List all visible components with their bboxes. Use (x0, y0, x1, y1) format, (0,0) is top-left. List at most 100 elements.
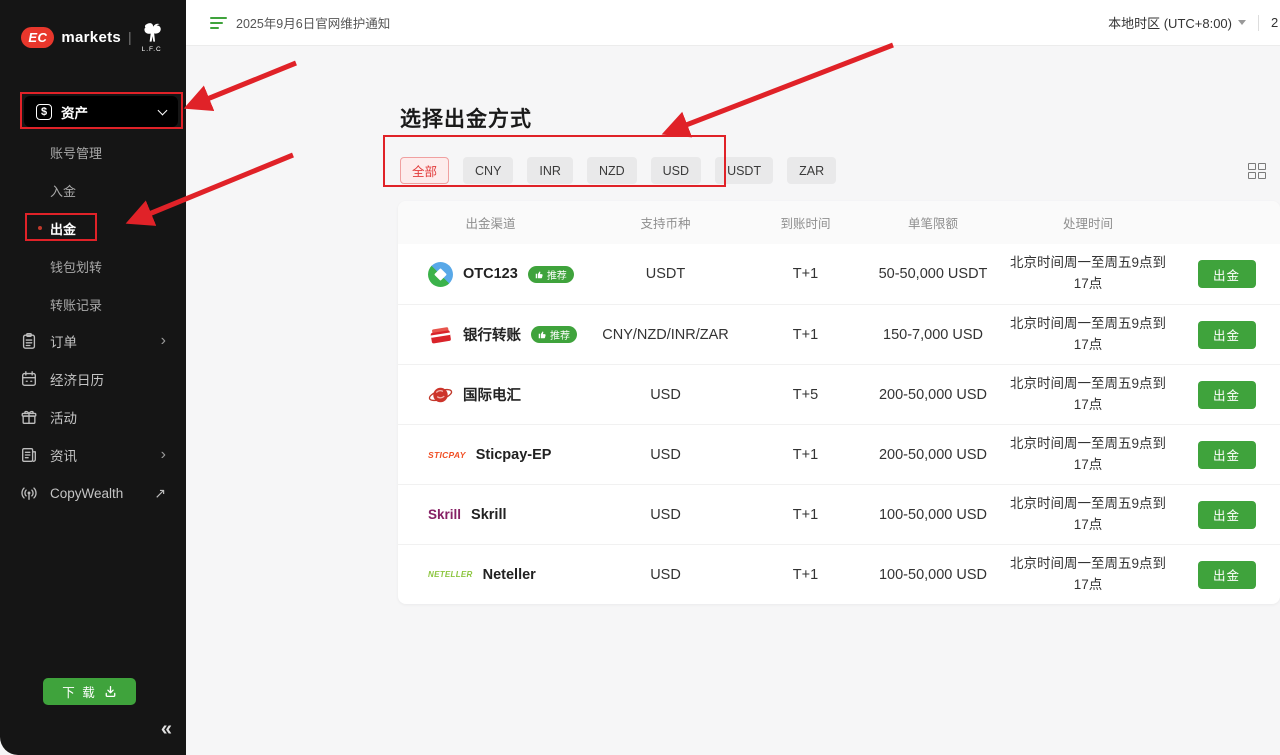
withdraw-button[interactable]: 出金 (1198, 561, 1256, 589)
col-header-arrival: 到账时间 (748, 213, 863, 232)
filter-cny[interactable]: CNY (463, 157, 513, 184)
currency-cell: USD (583, 507, 748, 523)
topbar: 2025年9月6日官网维护通知 本地时区 (UTC+8:00) 2 (186, 0, 1280, 46)
limit-cell: 100-50,000 USD (863, 567, 1003, 583)
processing-cell: 北京时间周一至周五9点到17点 (1003, 554, 1173, 596)
assets-submenu: 账号管理 入金 出金 钱包划转 转账记录 (0, 133, 186, 323)
channel-name: Skrill (471, 507, 506, 523)
submenu-label: 出金 (50, 219, 76, 238)
brand-name: markets (61, 29, 121, 46)
lfc-crest: L.F.C (139, 21, 165, 53)
broadcast-icon (20, 484, 38, 502)
sidebar-item-transfer-records[interactable]: 转账记录 (0, 285, 186, 323)
menu-label: 经济日历 (50, 369, 166, 389)
sidebar-item-account-management[interactable]: 账号管理 (0, 133, 186, 171)
ec-logo-badge: EC (21, 27, 54, 48)
submenu-label: 钱包划转 (50, 257, 102, 276)
grid-view-icon[interactable] (1248, 163, 1266, 179)
channel-name: OTC123 (463, 266, 518, 282)
skrill-logo: Skrill (428, 507, 461, 522)
withdraw-button[interactable]: 出金 (1198, 321, 1256, 349)
filter-all[interactable]: 全部 (400, 157, 449, 184)
recommended-badge: 推荐 (528, 266, 574, 283)
thumbs-up-icon (538, 330, 547, 339)
topbar-right: 本地时区 (UTC+8:00) 2 (1108, 13, 1280, 32)
announcement-icon (210, 17, 227, 29)
channel-name: 银行转账 (463, 324, 521, 345)
arrival-cell: T+1 (748, 507, 863, 523)
currency-cell: CNY/NZD/INR/ZAR (583, 327, 748, 343)
sidebar-item-deposit[interactable]: 入金 (0, 171, 186, 209)
thumbs-up-icon (535, 270, 544, 279)
currency-filters: 全部 CNY INR NZD USD USDT ZAR (400, 157, 836, 184)
sidebar-item-economic-calendar[interactable]: 经济日历 (0, 360, 186, 398)
withdraw-button[interactable]: 出金 (1198, 260, 1256, 288)
gift-icon (20, 408, 38, 426)
external-link-icon: ↗ (154, 485, 166, 502)
submenu-label: 入金 (50, 181, 76, 200)
filter-inr[interactable]: INR (527, 157, 573, 184)
table-row: 国际电汇 USD T+5 200-50,000 USD 北京时间周一至周五9点到… (398, 364, 1280, 424)
maintenance-notice[interactable]: 2025年9月6日官网维护通知 (210, 13, 390, 32)
arrival-cell: T+1 (748, 327, 863, 343)
download-button[interactable]: 下 载 (43, 678, 136, 705)
download-icon (104, 685, 117, 698)
recommended-badge: 推荐 (531, 326, 577, 343)
sidebar-item-copywealth[interactable]: CopyWealth ↗ (0, 474, 186, 512)
menu-label: CopyWealth (50, 486, 142, 501)
withdraw-button[interactable]: 出金 (1198, 501, 1256, 529)
active-dot (38, 226, 42, 230)
sidebar-menu: 订单 › 经济日历 活动 资讯 › CopyWealth (0, 322, 186, 512)
submenu-label: 账号管理 (50, 143, 102, 162)
timezone-selector[interactable]: 本地时区 (UTC+8:00) (1108, 13, 1246, 32)
arrival-cell: T+5 (748, 387, 863, 403)
arrival-cell: T+1 (748, 567, 863, 583)
sidebar-item-wallet-transfer[interactable]: 钱包划转 (0, 247, 186, 285)
filter-usdt[interactable]: USDT (715, 157, 773, 184)
news-icon (20, 446, 38, 464)
sidebar-item-orders[interactable]: 订单 › (0, 322, 186, 360)
withdraw-button[interactable]: 出金 (1198, 381, 1256, 409)
filter-nzd[interactable]: NZD (587, 157, 637, 184)
sticpay-logo: STICPAY (428, 450, 466, 460)
limit-cell: 200-50,000 USD (863, 447, 1003, 463)
caret-down-icon (1238, 20, 1246, 25)
logo-divider: | (128, 29, 132, 45)
col-header-channel: 出金渠道 (398, 213, 583, 232)
badge-label: 推荐 (550, 327, 570, 342)
sidebar-item-news[interactable]: 资讯 › (0, 436, 186, 474)
sidebar-item-activities[interactable]: 活动 (0, 398, 186, 436)
clipboard-icon (20, 332, 38, 350)
bank-transfer-logo-icon (428, 324, 453, 346)
filter-zar[interactable]: ZAR (787, 157, 836, 184)
currency-cell: USDT (583, 266, 748, 282)
wire-transfer-logo-icon (428, 384, 453, 406)
chevron-down-icon (158, 105, 168, 115)
currency-cell: USD (583, 387, 748, 403)
withdraw-button[interactable]: 出金 (1198, 441, 1256, 469)
dollar-icon: $ (36, 104, 52, 120)
processing-cell: 北京时间周一至周五9点到17点 (1003, 314, 1173, 356)
menu-label: 订单 (50, 331, 149, 351)
filter-usd[interactable]: USD (651, 157, 701, 184)
sidebar-collapse-button[interactable]: « (161, 718, 172, 741)
limit-cell: 150-7,000 USD (863, 327, 1003, 343)
topbar-divider (1258, 15, 1259, 31)
processing-cell: 北京时间周一至周五9点到17点 (1003, 494, 1173, 536)
table-row: STICPAY Sticpay-EP USD T+1 200-50,000 US… (398, 424, 1280, 484)
main-content: 选择出金方式 全部 CNY INR NZD USD USDT ZAR 出金渠道 … (186, 46, 1280, 755)
table-row: OTC123 推荐 USDT T+1 50-50,000 USDT 北京时间周一… (398, 244, 1280, 304)
processing-cell: 北京时间周一至周五9点到17点 (1003, 434, 1173, 476)
table-row: NETELLER Neteller USD T+1 100-50,000 USD… (398, 544, 1280, 604)
neteller-logo: NETELLER (428, 570, 473, 579)
currency-cell: USD (583, 567, 748, 583)
processing-cell: 北京时间周一至周五9点到17点 (1003, 253, 1173, 295)
chevron-right-icon: › (161, 447, 166, 463)
channel-name: 国际电汇 (463, 384, 521, 405)
sidebar-item-withdraw[interactable]: 出金 (0, 209, 186, 247)
limit-cell: 100-50,000 USD (863, 507, 1003, 523)
currency-cell: USD (583, 447, 748, 463)
channel-cell: STICPAY Sticpay-EP (398, 447, 583, 463)
sidebar-item-assets[interactable]: $ 资产 (24, 96, 178, 127)
arrival-cell: T+1 (748, 447, 863, 463)
